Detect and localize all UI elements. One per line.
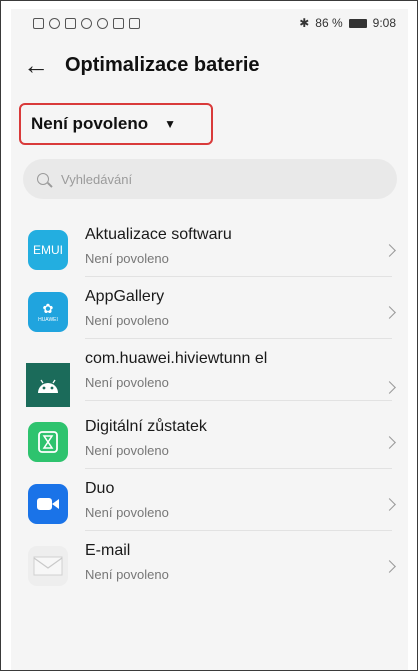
filter-dropdown[interactable]: Není povoleno ▼ — [19, 103, 213, 145]
app-status: Není povoleno — [85, 251, 169, 266]
lock-icon — [113, 17, 124, 29]
app-status: Není povoleno — [85, 313, 169, 328]
battery-percent: 86 % — [315, 16, 343, 30]
bluetooth-icon: ✱ — [299, 16, 310, 30]
app-name: E-mail — [85, 542, 131, 559]
app-name: com.huawei.hiviewtunn el — [85, 350, 268, 367]
image-icon — [129, 17, 140, 29]
appgallery-icon-text: HUAWEI — [38, 317, 58, 323]
list-item[interactable]: ✿ HUAWEI AppGallery Není povoleno — [11, 277, 408, 339]
app-status: Není povoleno — [85, 505, 169, 520]
search-bar[interactable] — [23, 159, 397, 199]
sim-icon — [33, 17, 44, 29]
app-name: AppGallery — [85, 288, 165, 305]
app-status: Není povoleno — [85, 567, 169, 582]
search-icon — [37, 173, 49, 185]
app-name: Aktualizace softwaru — [85, 226, 232, 243]
search-input[interactable] — [59, 170, 363, 188]
filter-selected-value: Není povoleno — [31, 114, 149, 133]
caret-down-icon: ▼ — [164, 117, 177, 131]
battery-icon — [348, 18, 367, 28]
app-name: Duo — [85, 480, 115, 497]
notification-icon — [81, 17, 92, 29]
list-item[interactable]: E-mail Není povoleno — [11, 531, 408, 592]
app-bar: ← Optimalizace baterie — [11, 37, 408, 93]
page-title: Optimalizace baterie — [65, 53, 260, 76]
app-name: Digitální zůstatek — [85, 418, 207, 435]
phone-screen: ✱ 86 % 9:08 ← Optimalizace baterie Není … — [11, 9, 408, 670]
android-icon — [26, 363, 70, 407]
emui-icon: EMUI — [28, 230, 68, 270]
list-item[interactable]: com.huawei.hiviewtunn el Není povoleno — [11, 339, 408, 407]
emui-icon-text: EMUI — [33, 243, 63, 257]
video-camera-icon — [28, 484, 68, 524]
wifi-icon — [49, 17, 60, 29]
back-arrow-icon[interactable]: ← — [23, 52, 57, 78]
app-status: Není povoleno — [85, 443, 169, 458]
status-bar: ✱ 86 % 9:08 — [11, 9, 408, 37]
system-indicators: ✱ 86 % 9:08 — [299, 16, 396, 30]
nfc-icon — [65, 17, 76, 29]
notification-icons — [33, 17, 140, 29]
clock: 9:08 — [372, 16, 396, 30]
notification-icon — [97, 17, 108, 29]
screenshot-frame: ✱ 86 % 9:08 ← Optimalizace baterie Není … — [0, 0, 418, 671]
appgallery-icon: ✿ HUAWEI — [28, 292, 68, 332]
app-status: Není povoleno — [85, 375, 169, 390]
list-item[interactable]: Digitální zůstatek Není povoleno — [11, 407, 408, 469]
list-item[interactable]: EMUI Aktualizace softwaru Není povoleno — [11, 215, 408, 277]
app-list: EMUI Aktualizace softwaru Není povoleno … — [11, 215, 408, 592]
list-item[interactable]: Duo Není povoleno — [11, 469, 408, 531]
hourglass-icon — [28, 422, 68, 462]
envelope-icon — [28, 546, 68, 586]
